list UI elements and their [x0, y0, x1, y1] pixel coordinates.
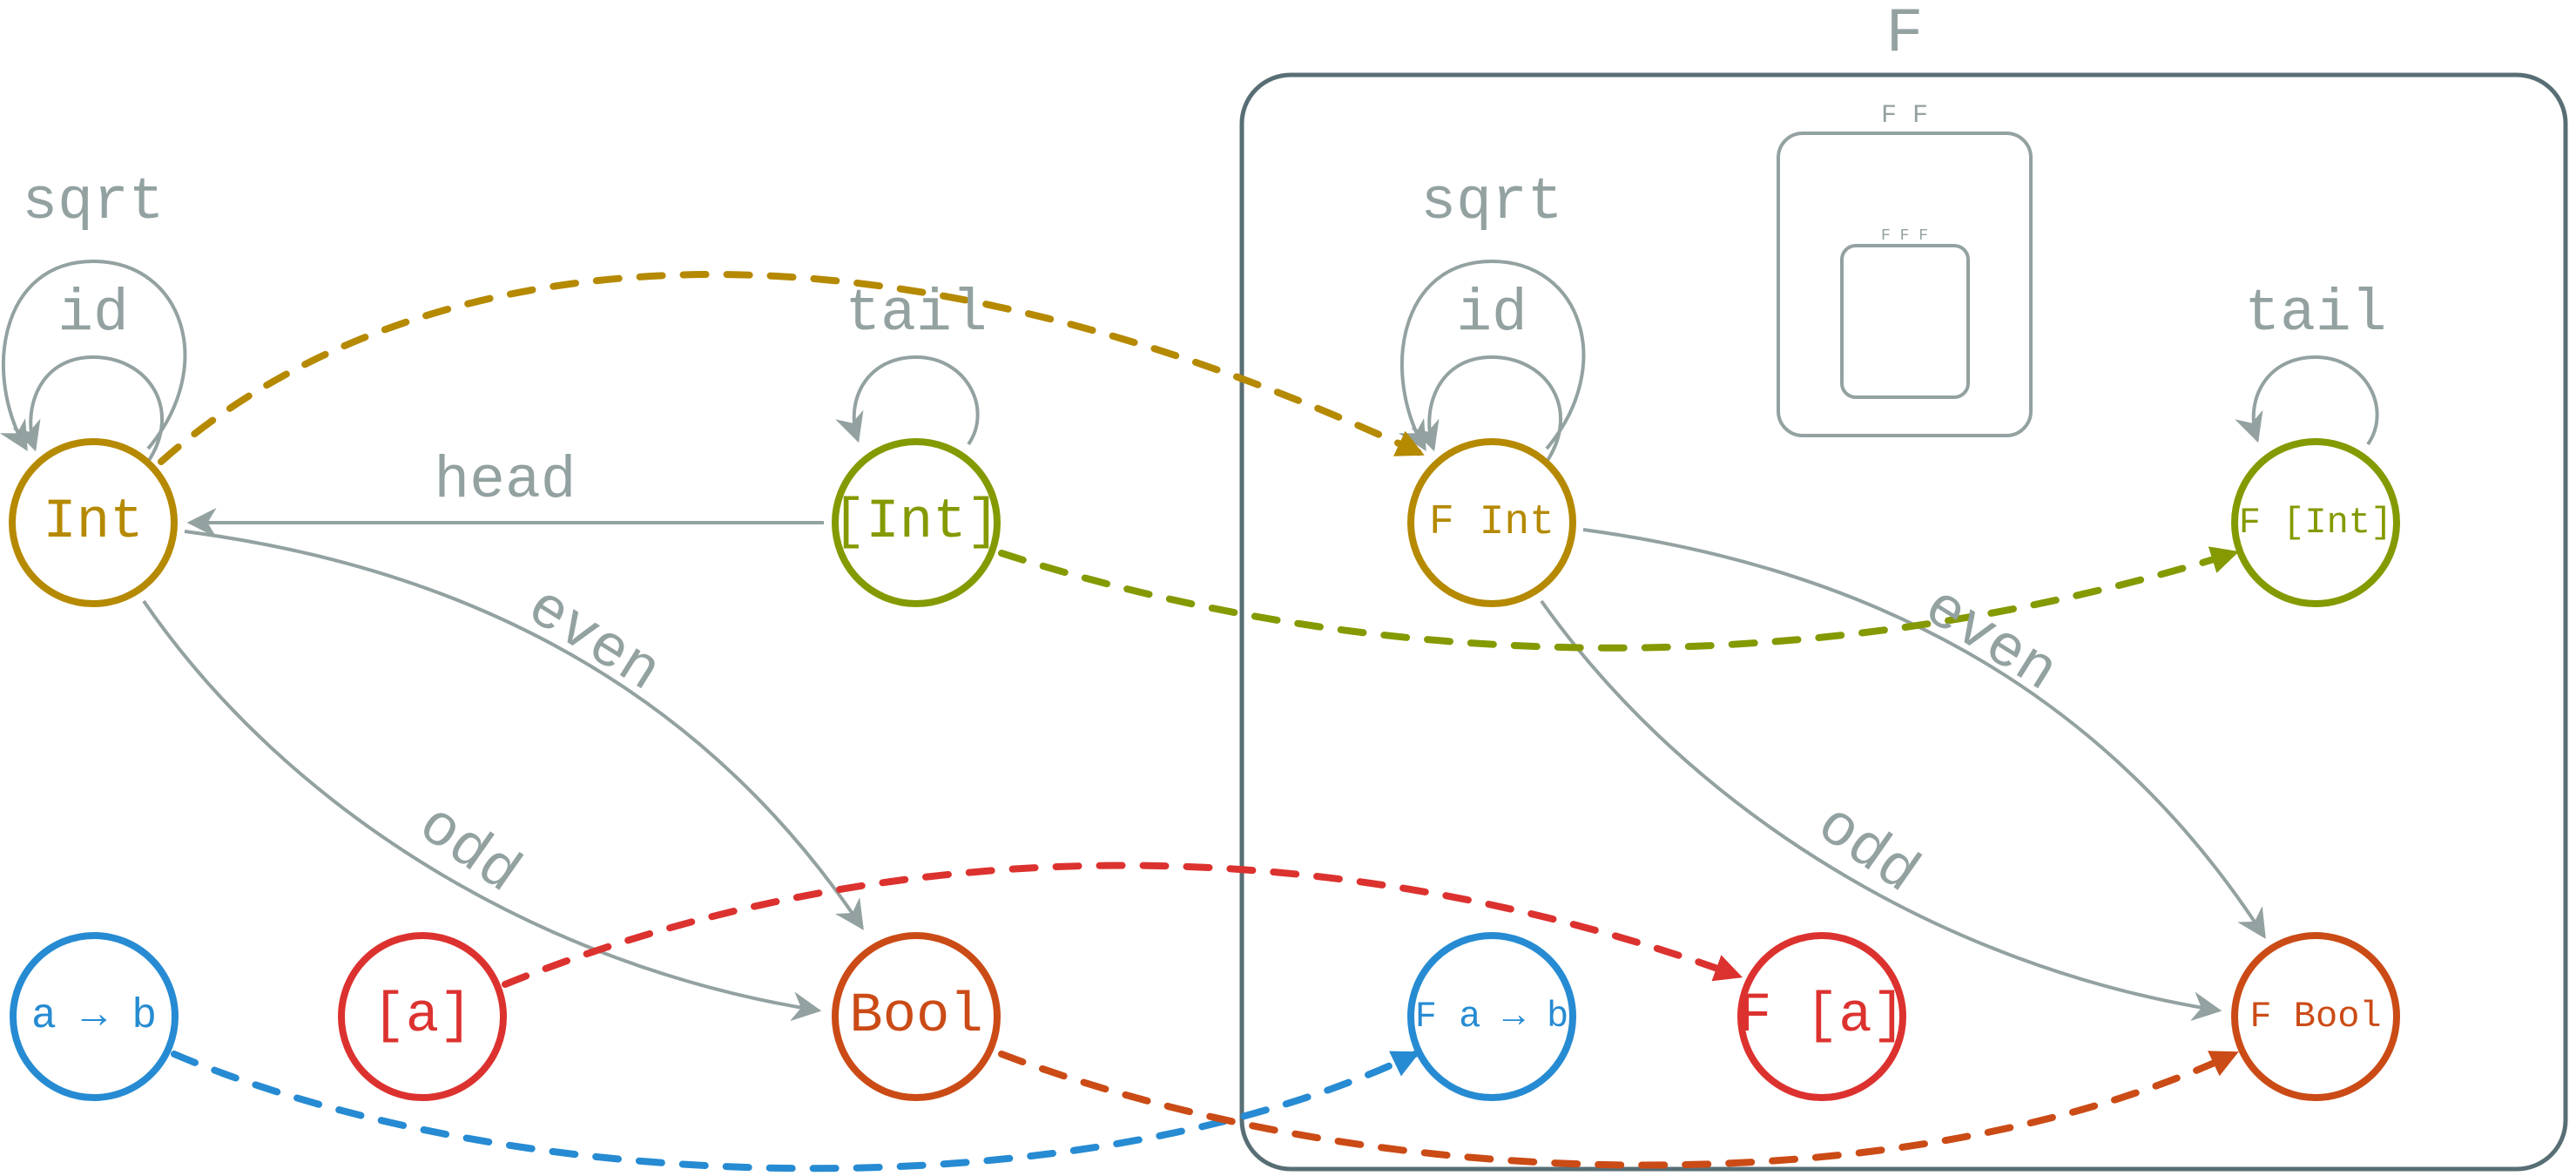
map-int-to-f-int [158, 271, 1425, 465]
edge-label-head: head [434, 448, 576, 515]
node-label: a → b [31, 993, 157, 1040]
edge-even [184, 530, 864, 930]
nested-box-fff-label: F F F [1881, 227, 1928, 245]
node-label: Bool [849, 985, 983, 1048]
node-label: Int [43, 491, 143, 554]
node-label: F [Int] [2239, 502, 2392, 544]
functor-diagram: F F F F F F Int [Int] a → b [a] Bool F Int F [… [0, 0, 2568, 1173]
node-list-a: [a] [338, 932, 507, 1101]
edge-odd [142, 599, 822, 1022]
node-f-bool: F Bool [2231, 932, 2400, 1101]
node-f-int: F Int [1407, 438, 1576, 607]
edge-label-even: even [516, 574, 671, 706]
f-edge-label-even: even [1912, 574, 2068, 706]
edge-label-sqrt: sqrt [22, 169, 164, 236]
node-f-list-int: F [Int] [2231, 438, 2400, 607]
node-label: [Int] [833, 491, 1000, 554]
edge-label-odd: odd [406, 792, 531, 908]
f-edge-tail [2235, 355, 2379, 446]
map-bool-to-f-bool [998, 1051, 2239, 1169]
node-f-func: F a → b [1407, 932, 1576, 1101]
f-edge-label-tail: tail [2244, 280, 2386, 348]
node-f-list-a: F [a] [1737, 932, 1906, 1101]
node-label: F Bool [2249, 996, 2381, 1037]
f-edge-label-id: id [1456, 280, 1527, 348]
node-label: [a] [372, 985, 472, 1048]
node-list-int: [Int] [832, 438, 1001, 607]
edge-label-tail: tail [845, 280, 987, 348]
f-edge-even [1582, 528, 2266, 939]
node-label: F [a] [1738, 985, 1905, 1048]
functor-box-label: F [1885, 0, 1923, 70]
node-label: F Int [1429, 499, 1554, 546]
edge-label-id: id [57, 280, 129, 348]
node-label: F a → b [1415, 996, 1568, 1037]
nested-box-fff [1840, 244, 1970, 399]
map-list-int-to-f-list-int [998, 546, 2240, 652]
node-int: Int [9, 438, 178, 607]
f-edge-label-odd: odd [1804, 792, 1930, 908]
edge-tail-list-int [835, 355, 980, 446]
nested-box-ff-label: F F [1881, 101, 1928, 131]
f-edge-label-sqrt: sqrt [1420, 169, 1562, 236]
nested-box-ff [1777, 132, 2033, 437]
node-bool: Bool [832, 932, 1001, 1101]
f-edge-odd [1540, 599, 2222, 1022]
node-func: a → b [10, 932, 179, 1101]
